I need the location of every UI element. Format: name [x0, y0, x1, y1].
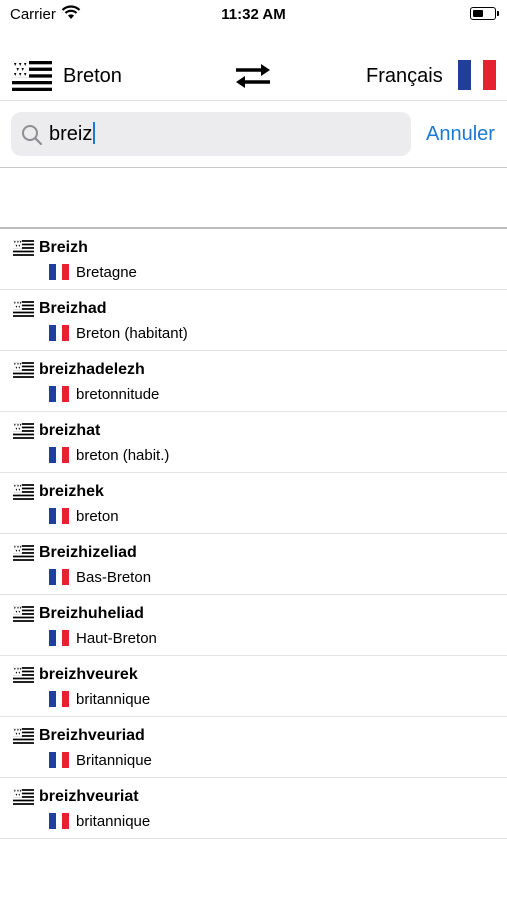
breton-term: Breizh	[39, 239, 88, 256]
battery-icon	[470, 7, 499, 20]
list-item[interactable]: breizhveuriat britannique	[0, 778, 507, 839]
breton-flag-icon	[13, 301, 34, 322]
french-flag-icon	[49, 752, 70, 768]
breton-flag-icon	[12, 61, 52, 96]
search-bar: breiz Annuler	[0, 101, 507, 168]
french-translation: Bretagne	[76, 264, 137, 281]
target-language-label[interactable]: Français	[366, 65, 443, 88]
list-item[interactable]: Breizh Bretagne	[0, 229, 507, 290]
french-flag-icon	[49, 569, 70, 585]
breton-term: breizhat	[39, 422, 101, 439]
french-translation: Breton (habitant)	[76, 325, 188, 342]
language-header: Breton Français	[0, 50, 507, 101]
french-flag-icon	[49, 264, 70, 280]
cancel-button[interactable]: Annuler	[426, 123, 495, 146]
search-input[interactable]: breiz	[11, 112, 411, 156]
french-translation: breton	[76, 508, 119, 525]
list-item[interactable]: Breizhad Breton (habitant)	[0, 290, 507, 351]
french-translation: bretonnitude	[76, 386, 160, 403]
list-item[interactable]: Breizhizeliad Bas-Breton	[0, 534, 507, 595]
breton-flag-icon	[13, 545, 34, 566]
french-translation: breton (habit.)	[76, 447, 170, 464]
french-flag-icon	[49, 386, 70, 402]
list-item[interactable]: breizhadelezh bretonnitude	[0, 351, 507, 412]
breton-flag-icon	[13, 606, 34, 627]
breton-term: breizhadelezh	[39, 361, 145, 378]
breton-term: breizhveurek	[39, 666, 138, 683]
swap-languages-icon[interactable]	[233, 62, 273, 95]
text-cursor	[93, 122, 96, 144]
breton-flag-icon	[13, 362, 34, 383]
clock: 11:32 AM	[221, 6, 286, 23]
breton-flag-icon	[13, 240, 34, 261]
breton-flag-icon	[13, 423, 34, 444]
list-item[interactable]: Breizhuheliad Haut-Breton	[0, 595, 507, 656]
french-translation: Haut-Breton	[76, 630, 157, 647]
french-translation: Bas-Breton	[76, 569, 152, 586]
breton-term: breizhek	[39, 483, 104, 500]
empty-panel	[0, 167, 507, 229]
french-flag-icon	[49, 630, 70, 646]
french-translation: Britannique	[76, 752, 152, 769]
status-bar: Carrier 11:32 AM	[0, 0, 507, 30]
breton-flag-icon	[13, 667, 34, 688]
breton-term: breizhveuriat	[39, 788, 139, 805]
source-language-label[interactable]: Breton	[63, 65, 122, 88]
breton-term: Breizhuheliad	[39, 605, 144, 622]
list-item[interactable]: Breizhveuriad Britannique	[0, 717, 507, 778]
french-translation: britannique	[76, 813, 151, 830]
french-flag-icon	[49, 325, 70, 341]
french-flag-icon	[458, 60, 497, 90]
breton-flag-icon	[13, 484, 34, 505]
list-item[interactable]: breizhveurek britannique	[0, 656, 507, 717]
breton-flag-icon	[13, 789, 34, 810]
french-translation: britannique	[76, 691, 151, 708]
breton-term: Breizhveuriad	[39, 727, 145, 744]
french-flag-icon	[49, 508, 70, 524]
search-query-text: breiz	[49, 123, 93, 145]
list-item[interactable]: breizhek breton	[0, 473, 507, 534]
list-item[interactable]: breizhat breton (habit.)	[0, 412, 507, 473]
french-flag-icon	[49, 447, 70, 463]
results-list: Breizh Bretagne Breizhad Breton (habitant) b…	[0, 229, 507, 839]
french-flag-icon	[49, 691, 70, 707]
breton-term: Breizhad	[39, 300, 107, 317]
search-icon	[21, 124, 43, 151]
breton-flag-icon	[13, 728, 34, 749]
breton-term: Breizhizeliad	[39, 544, 137, 561]
french-flag-icon	[49, 813, 70, 829]
